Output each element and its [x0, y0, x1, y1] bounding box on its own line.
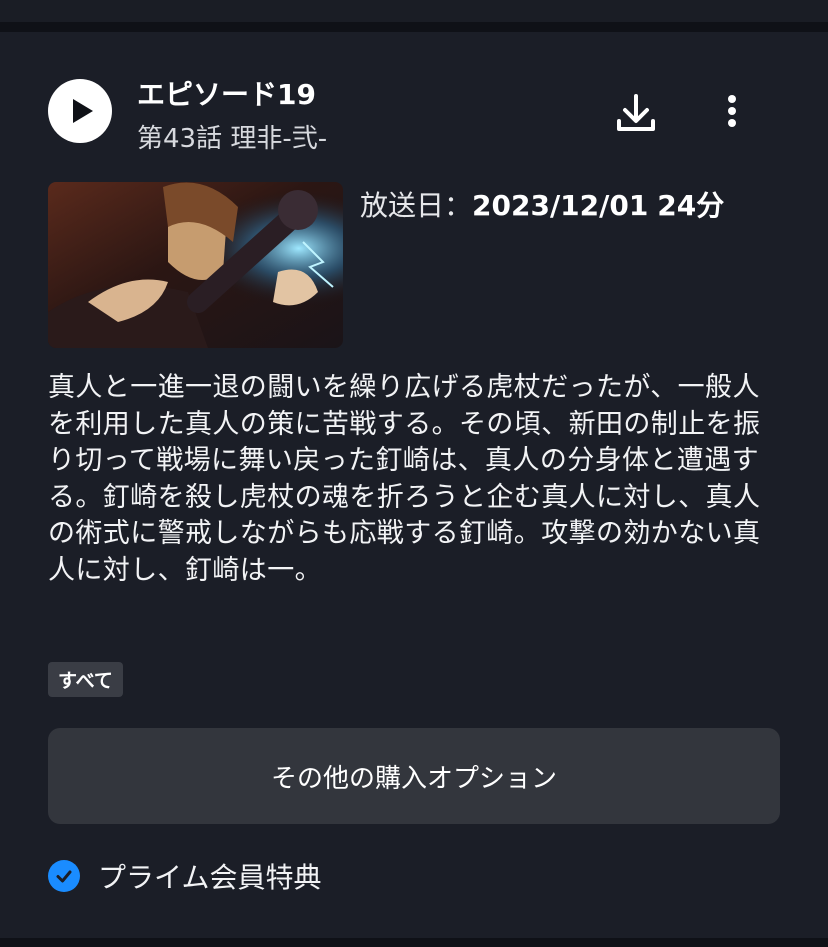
prime-benefit: プライム会員特典 [48, 856, 321, 896]
download-button[interactable] [612, 90, 660, 138]
more-options-button[interactable] [712, 90, 752, 138]
episode-thumbnail[interactable] [48, 182, 343, 348]
air-info: 放送日：2023/12/01 24分 [360, 184, 724, 224]
check-circle-icon [48, 860, 80, 892]
top-divider-band [0, 0, 828, 22]
more-vertical-icon [728, 95, 736, 127]
episode-title: エピソード19 [137, 78, 316, 111]
prime-label: プライム会員特典 [98, 861, 322, 894]
air-date: 2023/12/01 [472, 189, 649, 222]
episode-synopsis: 真人と一進一退の闘いを繰り広げる虎杖だったが、一般人を利用した真人の策に苦戦する… [48, 372, 761, 586]
air-date-label: 放送日： [360, 189, 473, 222]
play-button[interactable] [48, 79, 112, 143]
rating-badge: すべて [48, 662, 123, 697]
episode-subtitle: 第43話 理非-弐- [137, 124, 328, 154]
duration: 24分 [657, 189, 725, 222]
download-icon [617, 94, 655, 131]
other-purchase-options-button[interactable]: その他の購入オプション [48, 728, 780, 824]
episode-card: エピソード19 第43話 理非-弐- 放送日：2023/12/01 24分 真人… [0, 32, 828, 938]
play-icon [73, 99, 93, 123]
